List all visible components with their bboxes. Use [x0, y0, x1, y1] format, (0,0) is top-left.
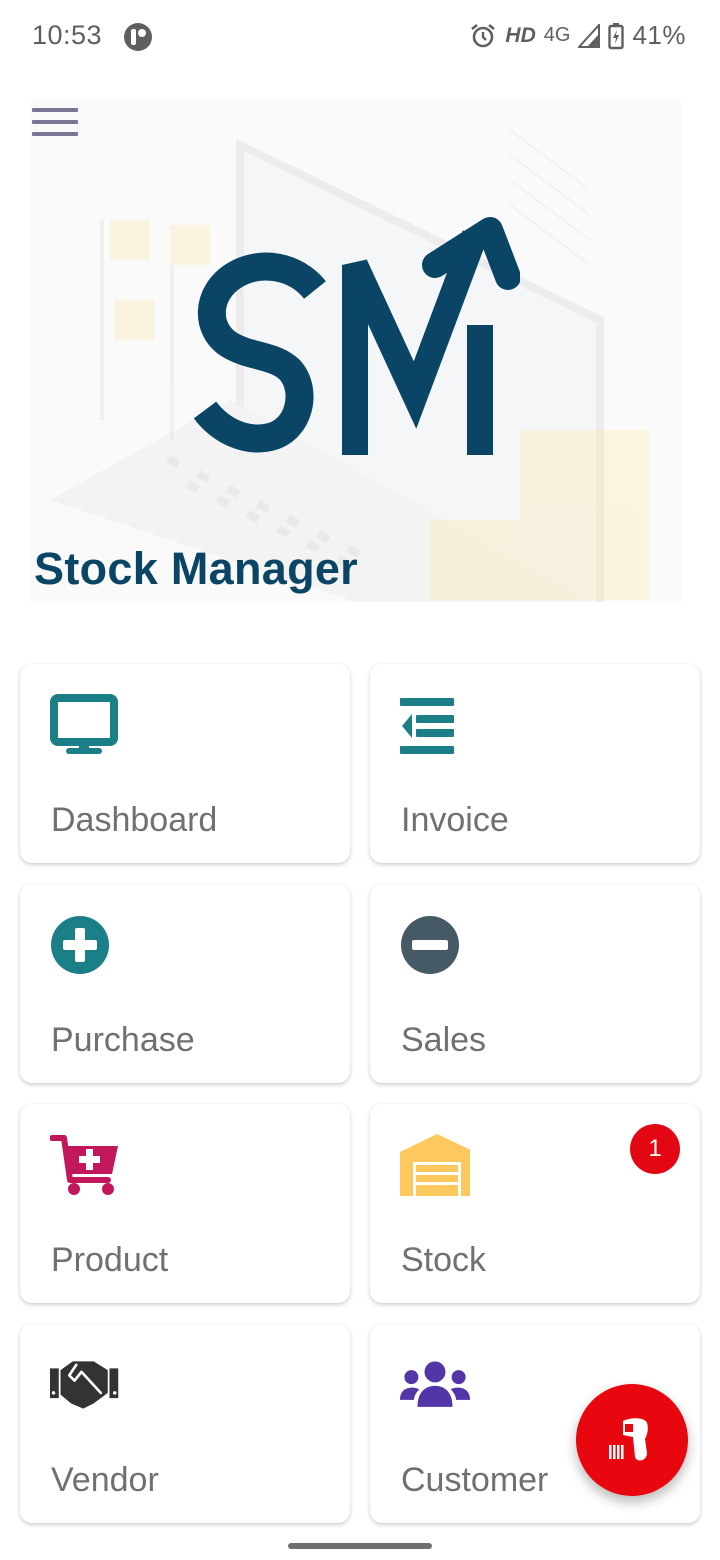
- alarm-icon: [471, 23, 496, 47]
- app-notification-icon: [124, 23, 152, 51]
- menu-card-purchase[interactable]: Purchase: [20, 884, 350, 1083]
- menu-card-label: Dashboard: [51, 801, 218, 839]
- menu-card-label: Sales: [401, 1021, 487, 1059]
- hd-indicator: HD: [505, 23, 536, 47]
- menu-card-label: Invoice: [401, 801, 509, 839]
- desktop-monitor-icon: [50, 694, 118, 754]
- home-indicator[interactable]: [288, 1543, 432, 1549]
- list-outdent-icon: [400, 698, 454, 754]
- app-logo: [193, 217, 520, 455]
- hamburger-menu-icon[interactable]: [32, 108, 80, 144]
- cart-plus-icon: [50, 1135, 118, 1195]
- menu-card-stock[interactable]: Stock 1: [370, 1104, 700, 1303]
- status-bar: 10:53 HD 4G 41%: [0, 0, 720, 72]
- signal-icon: [578, 23, 601, 48]
- status-icons: HD 4G 41%: [469, 20, 686, 51]
- warehouse-icon: [400, 1134, 470, 1196]
- plus-circle-icon: [51, 916, 109, 974]
- menu-card-label: Customer: [401, 1461, 549, 1499]
- status-time: 10:53: [32, 20, 103, 50]
- menu-card-product[interactable]: Product: [20, 1104, 350, 1303]
- menu-card-invoice[interactable]: Invoice: [370, 664, 700, 863]
- handshake-icon: [50, 1361, 119, 1409]
- menu-card-label: Stock: [401, 1241, 487, 1279]
- scan-barcode-button[interactable]: [576, 1384, 688, 1496]
- menu-card-vendor[interactable]: Vendor: [20, 1324, 350, 1523]
- menu-card-label: Vendor: [51, 1461, 159, 1499]
- users-icon: [400, 1361, 470, 1407]
- menu-card-label: Purchase: [51, 1021, 195, 1059]
- battery-percent: 41%: [632, 20, 686, 50]
- notification-badge: 1: [630, 1124, 680, 1174]
- barcode-scanner-icon: [609, 1418, 648, 1461]
- battery-charging-icon: [608, 22, 625, 49]
- network-type: 4G: [543, 24, 571, 46]
- menu-card-dashboard[interactable]: Dashboard: [20, 664, 350, 863]
- app-title: Stock Manager: [34, 543, 358, 594]
- menu-card-sales[interactable]: Sales: [370, 884, 700, 1083]
- minus-circle-icon: [401, 916, 459, 974]
- menu-card-label: Product: [51, 1241, 169, 1279]
